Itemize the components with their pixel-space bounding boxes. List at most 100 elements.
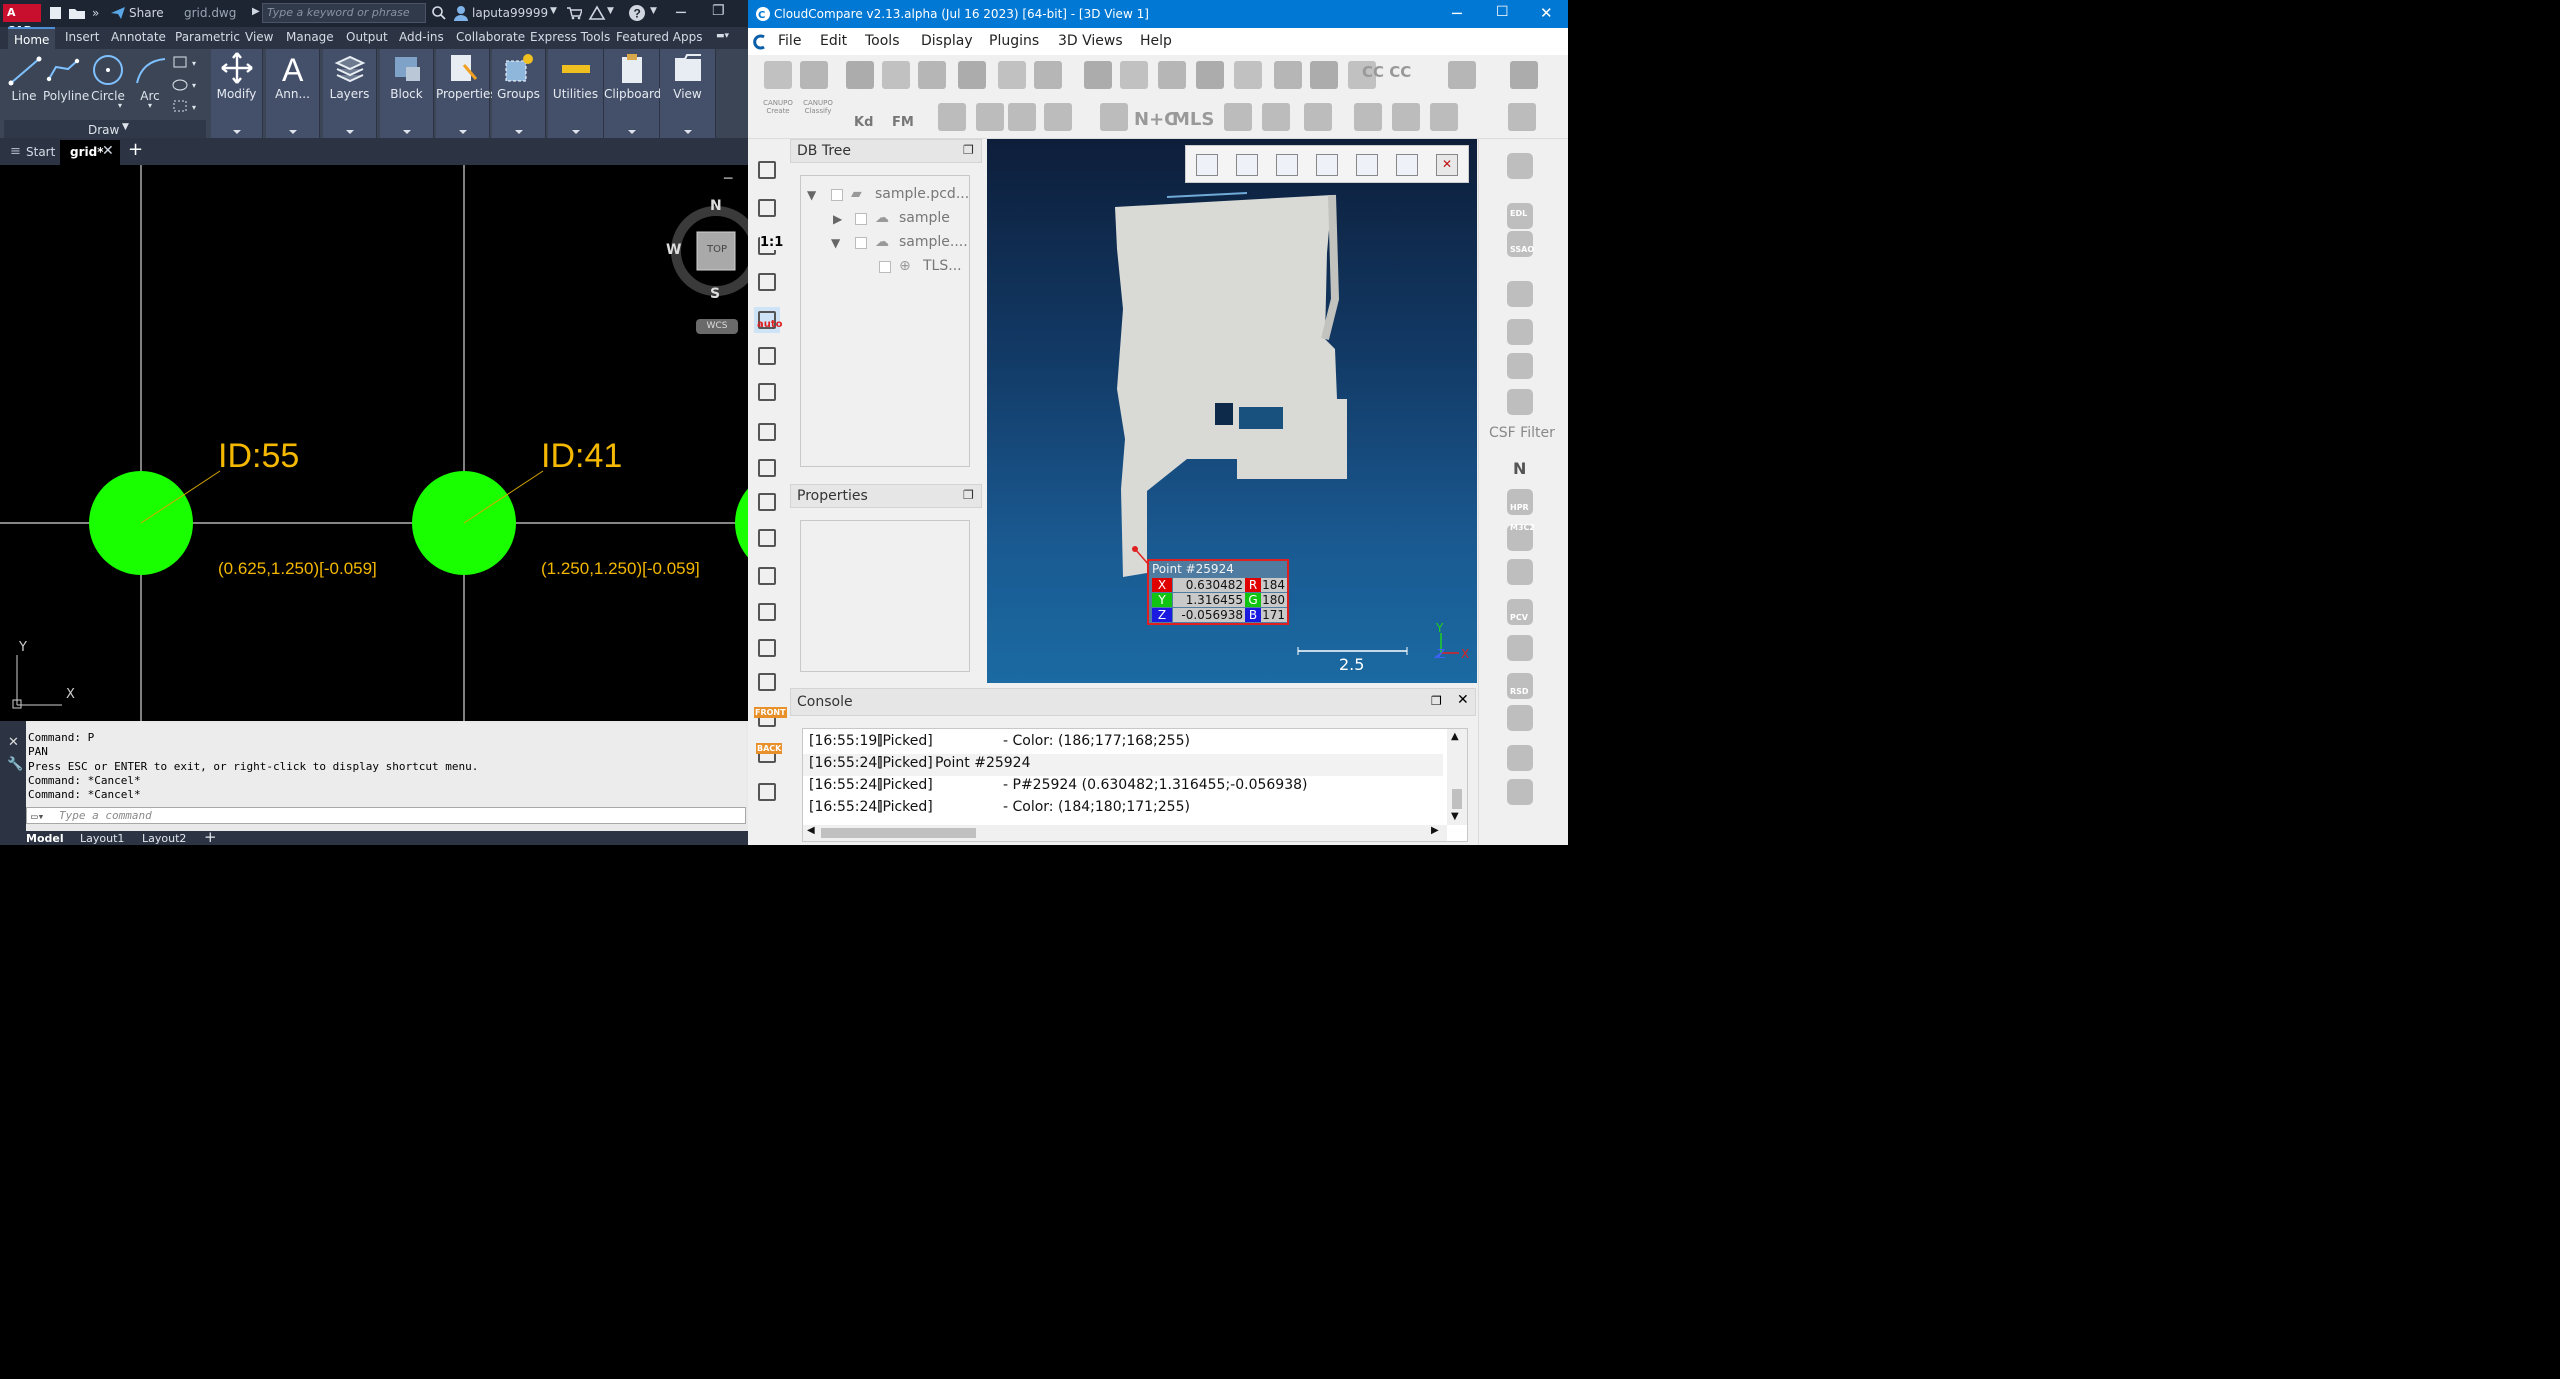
ransac3-icon[interactable] [1430, 103, 1458, 131]
panel-utilities[interactable]: Utilities [548, 49, 604, 138]
autocad-logo[interactable]: A CAD [3, 4, 41, 37]
viewcube-west[interactable]: W [666, 242, 681, 258]
close-command-icon[interactable]: ✕ [8, 735, 19, 750]
m3c2-label[interactable]: M3C2 [1510, 523, 1535, 532]
block-icon[interactable] [390, 51, 424, 85]
panel-groups[interactable]: Groups [492, 49, 546, 138]
drawing-canvas[interactable]: ID:55 ID:41 (0.625,1.250)[-0.059] (1.250… [0, 165, 748, 721]
console-float-icon[interactable]: ❐ [1431, 694, 1442, 708]
registration-icon[interactable] [1310, 61, 1338, 89]
tree-item-label[interactable]: sample.... [899, 234, 968, 250]
plugin-icon[interactable] [1510, 61, 1538, 89]
panel-label[interactable]: View [660, 87, 715, 101]
align-icon[interactable] [1274, 61, 1302, 89]
viewcube-south[interactable]: S [710, 286, 720, 302]
username[interactable]: laputa99999 [472, 6, 548, 20]
view-bottom-icon[interactable] [754, 635, 780, 661]
panel-dropdown-icon[interactable] [514, 130, 523, 134]
cc-minimize-icon[interactable]: ─ [1452, 4, 1462, 23]
menu-edit[interactable]: Edit [820, 33, 847, 49]
triangle-label-icon[interactable] [1276, 154, 1298, 176]
canupo-create-button[interactable]: CANUPO Create [758, 99, 798, 115]
point-pair-icon[interactable] [1236, 154, 1258, 176]
menu-file[interactable]: File [778, 33, 801, 49]
wcs-button[interactable]: WCS [696, 319, 738, 334]
panel-label[interactable]: Clipboard [604, 87, 661, 101]
shield2-icon[interactable] [1507, 559, 1533, 585]
tree-expand-icon[interactable]: ▶ [833, 212, 842, 226]
box-icon[interactable] [1304, 103, 1332, 131]
console-vscrollbar[interactable]: ▲ ▼ [1447, 729, 1467, 825]
draw-panel-expand-icon[interactable]: ▼ [122, 122, 129, 132]
ribbon-tab-collaborate[interactable]: Collaborate [456, 30, 525, 44]
sphere-icon[interactable] [1008, 103, 1036, 131]
circle-icon[interactable] [91, 53, 125, 87]
layout-tab[interactable]: Layout1 [80, 832, 124, 845]
panel-label[interactable]: Ann... [266, 87, 319, 101]
move-icon[interactable] [220, 51, 254, 85]
gear-icon[interactable] [1507, 705, 1533, 731]
stop-icon[interactable]: ✕ [1436, 154, 1458, 176]
film-icon[interactable] [1507, 281, 1533, 307]
ntc-button[interactable]: N+C [1134, 109, 1177, 130]
properties-table[interactable] [800, 520, 970, 672]
console-log[interactable]: [16:55:19] [Picked] - Color: (186;177;168;… [802, 728, 1468, 842]
tree-checkbox[interactable] [855, 213, 867, 225]
las-icon[interactable] [938, 103, 966, 131]
share-icon[interactable] [110, 6, 126, 20]
layout-tab[interactable]: + [204, 828, 217, 845]
panel-label[interactable]: Modify [211, 87, 262, 101]
edl-label[interactable]: EDL [1510, 209, 1527, 218]
groups-icon[interactable] [502, 51, 536, 85]
panel-label[interactable]: Groups [492, 87, 545, 101]
line-icon[interactable] [8, 55, 42, 87]
view-iso-icon[interactable] [754, 669, 780, 695]
panel-dropdown-icon[interactable] [402, 130, 411, 134]
clipboard-icon[interactable] [615, 51, 649, 85]
puzzle-icon[interactable] [1100, 103, 1128, 131]
point-cloud[interactable] [1107, 189, 1357, 589]
shield-icon[interactable] [1507, 389, 1533, 415]
panel-dropdown-icon[interactable] [345, 130, 354, 134]
panel-label[interactable]: Utilities [548, 87, 603, 101]
panel-modify[interactable]: Modify [211, 49, 263, 138]
panel-label[interactable]: Layers [323, 87, 376, 101]
search-input[interactable]: Type a keyword or phrase [262, 3, 426, 23]
panel-label[interactable]: Properties [436, 87, 497, 101]
viewcube-north[interactable]: N [710, 198, 722, 214]
viewcube-face[interactable]: TOP [707, 244, 727, 255]
ribbon-tab-annotate[interactable]: Annotate [111, 30, 166, 44]
canupo-classify-button[interactable]: CANUPO Classify [798, 99, 838, 115]
panel-dropdown-icon[interactable] [458, 130, 467, 134]
arc-dropdown-icon[interactable]: ▾ [148, 101, 152, 110]
search-icon[interactable] [431, 5, 447, 21]
layout-tab[interactable]: Layout2 [142, 832, 186, 845]
wrench-icon[interactable]: 🔧 [7, 757, 23, 772]
ribbon-options-icon[interactable]: ▬▾ [716, 31, 729, 41]
segment-icon[interactable] [998, 61, 1026, 89]
view-panel-icon[interactable] [671, 51, 705, 85]
ssao-label[interactable]: SSAO [1510, 245, 1534, 254]
menu-display[interactable]: Display [921, 33, 973, 49]
draw-panel-label[interactable]: Draw [88, 123, 119, 137]
more-icon[interactable]: » [92, 6, 99, 20]
stereo-icon[interactable] [754, 779, 780, 805]
pivot-icon[interactable] [754, 269, 780, 295]
cc-compare-label[interactable]: CC CC [1362, 63, 1411, 81]
stop-filter-icon[interactable] [1507, 153, 1533, 179]
triangle-tool-icon[interactable] [588, 5, 606, 21]
ring-icon[interactable] [1507, 779, 1533, 805]
save-label-icon[interactable] [1356, 154, 1378, 176]
brush-icon[interactable] [1507, 319, 1533, 345]
console-hscrollbar[interactable]: ◀ ▶ [803, 825, 1447, 841]
sf-map-icon[interactable] [1262, 103, 1290, 131]
viewport-minimize-icon[interactable]: ─ [724, 171, 732, 187]
hpr-label[interactable]: HPR [1510, 503, 1529, 512]
rect-label-icon[interactable] [1316, 154, 1338, 176]
view-right-icon[interactable] [754, 599, 780, 625]
open-icon[interactable] [764, 61, 792, 89]
view-front-icon[interactable] [754, 525, 780, 551]
console-close-icon[interactable]: ✕ [1457, 692, 1469, 708]
panel-dropdown-icon[interactable] [571, 130, 580, 134]
north-label[interactable]: N [1513, 459, 1526, 478]
